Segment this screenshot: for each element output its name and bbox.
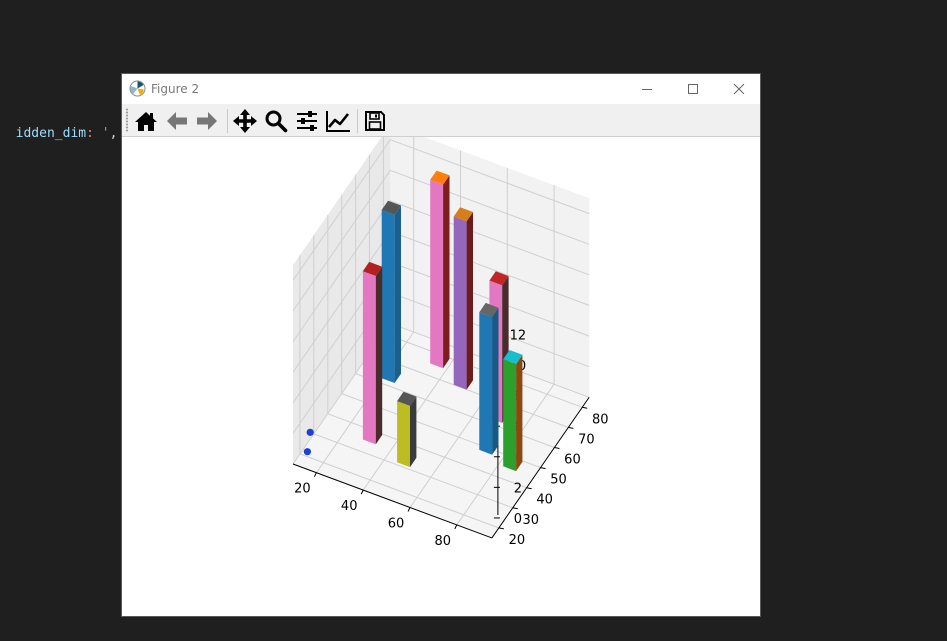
x-tick-label: 60 [388,517,405,532]
bar [362,261,383,445]
bar [453,207,473,390]
edit-axis-button[interactable] [324,107,352,135]
navigation-toolbar [122,104,760,137]
bar-front-face [397,401,410,468]
scatter-point [306,428,314,436]
bar-front-face [453,216,467,390]
home-button[interactable] [132,107,160,135]
bar-front-face [430,179,444,369]
matplotlib-logo-icon [129,80,146,97]
save-button[interactable] [361,107,389,135]
toolbar-separator [227,109,228,133]
z-tick-label: 2 [514,481,522,496]
bar [503,350,523,472]
bar-front-face [362,271,376,445]
move-icon [233,109,257,133]
code-token: idden_dim [15,126,87,141]
background-code-editor-line: idden_dim: ', hi [0,104,141,141]
x-tick [454,524,458,530]
zoom-button[interactable] [262,107,290,135]
y-tick-label: 20 [509,533,526,548]
bar-side-face [466,212,473,390]
forward-button[interactable] [193,107,221,135]
sliders-icon [297,111,317,131]
y-tick-label: 80 [592,412,609,427]
y-tick-label: 40 [536,493,553,508]
pan-button[interactable] [231,107,259,135]
bar-front-face [503,359,517,472]
x-tick-label: 40 [341,499,358,514]
x-tick-label: 20 [294,482,311,497]
y-tick-label: 50 [550,473,567,488]
bar [479,302,499,455]
figure-window: Figure 2 20 40 60 80 20 30 40 50 60 70 8… [121,73,761,617]
y-tick [554,447,560,449]
close-icon [733,83,745,95]
y-tick [498,527,504,530]
y-tick [512,507,518,510]
configure-subplots-button[interactable] [293,107,321,135]
z-tick-label: 0 [514,512,522,527]
arrow-left-icon [167,112,187,130]
x-tick [313,472,317,477]
scatter-point [303,448,312,456]
bar-side-face [394,205,401,383]
bar-side-face [375,266,383,445]
home-icon [135,112,157,131]
y-tick-label: 30 [522,513,539,528]
floppy-disk-icon [365,111,385,131]
x-tick [407,507,411,512]
z-tick-label: 12 [510,328,527,343]
bar-side-face [492,307,499,455]
bar [381,200,401,383]
back-button[interactable] [163,107,191,135]
toolbar-separator [357,109,358,133]
line-chart-icon [326,111,350,132]
bar-side-face [443,175,450,369]
bar-side-face [516,354,523,472]
minimize-icon [642,89,652,90]
y-tick [568,426,574,429]
maximize-icon [688,84,698,94]
y-tick [540,467,546,470]
minimize-button[interactable] [624,74,670,104]
3d-bar-chart[interactable]: 2040608020304050607080024681012 [122,124,760,616]
y-tick-label: 60 [564,453,581,468]
y-tick [526,487,532,490]
bar-side-face [410,396,417,468]
x-tick [360,489,364,495]
bar-front-face [479,312,493,455]
window-titlebar[interactable]: Figure 2 [122,74,760,104]
toolbar-grip[interactable] [126,108,128,132]
x-tick-label: 80 [435,534,452,549]
figure-canvas[interactable]: 2040608020304050607080024681012 [122,124,760,616]
close-button[interactable] [716,74,762,104]
bar-front-face [381,209,395,383]
magnifier-icon [265,110,288,133]
code-token: : ' [86,126,110,141]
bar [430,170,450,369]
maximize-button[interactable] [670,74,716,104]
y-tick-label: 70 [578,432,595,447]
window-title: Figure 2 [151,82,200,96]
arrow-right-icon [197,112,217,130]
y-tick [582,406,588,409]
bar [397,391,417,468]
